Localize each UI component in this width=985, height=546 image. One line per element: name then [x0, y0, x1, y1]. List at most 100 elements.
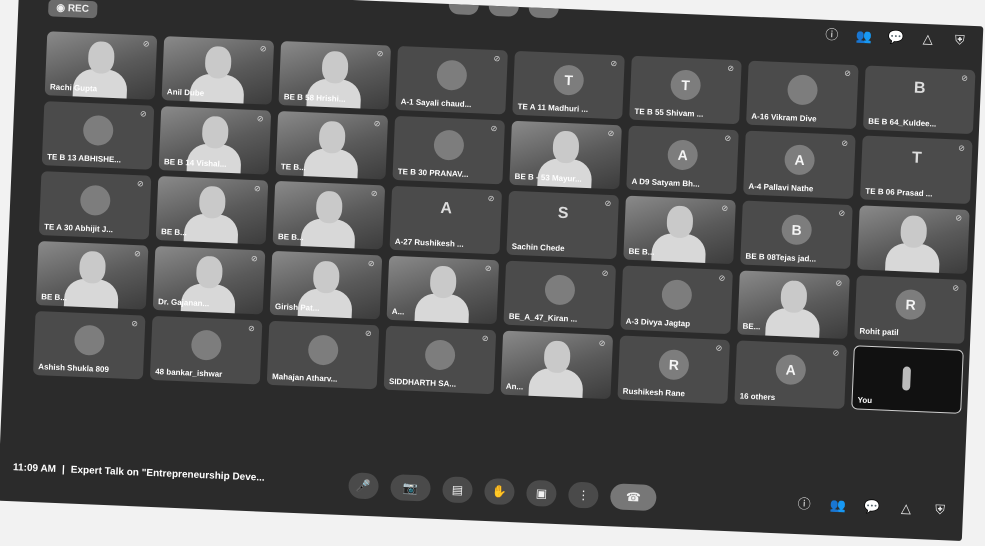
muted-mic-icon: ⊘	[373, 118, 381, 129]
top-control-peek[interactable]	[528, 0, 560, 19]
chat-icon[interactable]: 💬	[863, 498, 882, 517]
participant-name: TE B 55 Shivam ...	[634, 106, 704, 119]
participant-tile[interactable]: B ⊘ BE B 64_Kuldee...	[862, 65, 976, 135]
muted-mic-icon: ⊘	[364, 328, 372, 339]
muted-mic-icon: ⊘	[256, 114, 264, 124]
participant-name: TE B 06 Prasad ...	[865, 186, 933, 199]
video-feed-face	[201, 115, 229, 149]
camera-button[interactable]: 📷	[390, 474, 432, 502]
participant-name: TE A 30 Abhijit J...	[43, 222, 114, 235]
mic-button[interactable]: 🎤	[348, 472, 380, 500]
muted-mic-icon: ⊘	[484, 263, 492, 274]
avatar	[73, 324, 106, 356]
muted-mic-icon: ⊘	[607, 128, 615, 139]
participant-tile[interactable]: ⊘ 48 bankar_ishwar	[149, 315, 263, 385]
participant-tile[interactable]: A ⊘ A D9 Satyam Bh...	[626, 125, 739, 195]
participant-tile[interactable]: ⊘ Dr. Gajanan...	[152, 245, 266, 315]
activities-icon[interactable]: △	[918, 30, 937, 49]
participant-tile[interactable]: ⊘ BE B...	[272, 180, 386, 250]
top-control-peek[interactable]	[448, 0, 480, 16]
video-feed-face	[315, 190, 343, 224]
participant-name: TE A 11 Madhuri ...	[517, 102, 589, 114]
participant-tile[interactable]: ⊘ TE B 30 PRANAV...	[392, 115, 506, 185]
info-icon[interactable]: ⓘ	[822, 26, 841, 45]
participant-tile[interactable]: T ⊘ TE B 55 Shivam ...	[629, 55, 742, 125]
participant-tile[interactable]: B ⊘ BE B 08Tejas jad...	[740, 200, 853, 270]
participant-tile[interactable]: R ⊘ Rohit patil	[854, 275, 967, 344]
participant-tile[interactable]: T ⊘ TE B 06 Prasad ...	[860, 135, 973, 205]
participant-name: Sachin Chede	[511, 241, 565, 254]
participant-grid: ⊘ Rachi Gupta ⊘ Anil Dube ⊘ BE B 58 Hrishi...…	[30, 31, 982, 490]
more-options-button[interactable]: ⋮	[567, 481, 599, 509]
participant-tile[interactable]: ⊘ TE A 30 Abhijit J...	[38, 171, 152, 240]
participant-tile[interactable]: ⊘ BE B - 53 Mayur...	[509, 120, 622, 190]
muted-mic-icon: ⊘	[139, 109, 147, 119]
participant-tile[interactable]: ⊘ BE B...	[155, 176, 269, 245]
chat-icon[interactable]: 💬	[886, 28, 905, 47]
video-feed-face	[666, 205, 694, 239]
participant-tile[interactable]: ⊘ BE B 14 Vishal...	[158, 106, 272, 175]
muted-mic-icon: ⊘	[376, 49, 384, 59]
participant-tile[interactable]: ⊘ An...	[500, 330, 614, 400]
host-controls-icon[interactable]: ⛨	[950, 31, 969, 50]
avatar	[190, 329, 222, 361]
participant-tile[interactable]: ⊘ BE...	[737, 270, 850, 340]
avatar: B	[781, 214, 813, 246]
avatar	[661, 279, 693, 311]
people-icon[interactable]: 👥	[829, 496, 848, 515]
avatar: T	[553, 64, 585, 96]
participant-tile[interactable]: R ⊘ Rushikesh Rane	[617, 335, 731, 405]
participant-tile[interactable]: ⊘ TE B 13 ABHISHE...	[41, 101, 155, 170]
participant-tile[interactable]: ⊘ A-1 Sayali chaud...	[395, 45, 508, 115]
video-feed-face	[900, 215, 928, 249]
top-control-peek[interactable]	[488, 0, 520, 17]
participant-tile[interactable]: ⊘ Rachi Gupta	[44, 31, 158, 100]
participant-name: TE B 13 ABHISHE...	[46, 152, 122, 165]
participant-tile[interactable]: ⊘	[857, 205, 970, 274]
muted-mic-icon: ⊘	[604, 198, 612, 209]
activities-icon[interactable]: △	[897, 499, 916, 518]
participant-tile[interactable]: ⊘ A-16 Vikram Dive	[746, 60, 859, 130]
avatar-letter: B	[913, 79, 926, 98]
participant-tile[interactable]: ⊘ Girish Pat...	[269, 250, 383, 320]
captions-button[interactable]: ▤	[441, 476, 474, 504]
participant-tile[interactable]: ⊘ Mahajan Atharv...	[266, 320, 380, 390]
participant-tile[interactable]: ⊘ BE_A_47_Kiran ...	[503, 260, 617, 330]
leave-call-button[interactable]: ☎	[609, 483, 657, 512]
people-icon[interactable]: 👥	[854, 27, 873, 46]
participant-tile[interactable]: A ⊘ 16 others	[734, 340, 847, 409]
muted-mic-icon: ⊘	[960, 73, 969, 83]
muted-mic-icon: ⊘	[487, 193, 495, 204]
info-icon[interactable]: ⓘ	[795, 495, 814, 514]
participant-tile[interactable]: ⊘ TE B...	[275, 110, 389, 180]
muted-mic-icon: ⊘	[724, 133, 732, 143]
participant-tile[interactable]: S ⊘ Sachin Chede	[506, 190, 619, 260]
participant-tile[interactable]: A ⊘ A-4 Pallavi Nathe	[743, 130, 856, 200]
participant-tile[interactable]: ⊘ Ashish Shukla 809	[32, 310, 146, 380]
top-side-icons: ⓘ 👥 💬 △ ⛨	[822, 26, 969, 50]
present-button[interactable]: ▣	[525, 479, 557, 507]
muted-mic-icon: ⊘	[601, 268, 609, 278]
muted-mic-icon: ⊘	[490, 123, 498, 134]
participant-tile[interactable]: You	[851, 345, 964, 414]
participant-tile[interactable]: ⊘ BE B 58 Hrishi...	[278, 41, 392, 110]
participant-name: BE_A_47_Kiran ...	[508, 311, 578, 324]
avatar: R	[895, 289, 927, 321]
participant-tile[interactable]: ⊘ A-3 Divya Jagtap	[620, 265, 733, 335]
participant-tile[interactable]: ⊘ SIDDHARTH SA...	[383, 325, 497, 395]
participant-tile[interactable]: A ⊘ A-27 Rushikesh ...	[389, 185, 503, 255]
muted-mic-icon: ⊘	[367, 258, 375, 269]
meet-window: ◉ REC ⓘ 👥 💬 △ ⛨ ⊘ Rachi Gupta ⊘ Anil Dube ⊘ B…	[0, 0, 984, 541]
muted-mic-icon: ⊘	[952, 283, 960, 293]
participant-tile[interactable]: ⊘ Anil Dube	[161, 36, 275, 105]
avatar	[424, 339, 456, 371]
participant-name: Rushikesh Rane	[622, 386, 686, 399]
raise-hand-button[interactable]: ✋	[483, 477, 515, 506]
participant-tile[interactable]: T ⊘ TE A 11 Madhuri ...	[512, 50, 625, 120]
participant-tile[interactable]: ⊘ BE B...	[623, 195, 736, 265]
participant-tile[interactable]: ⊘ BE B...	[35, 241, 149, 310]
participant-name: TE B 30 PRANAV...	[397, 167, 469, 179]
host-controls-icon[interactable]: ⛨	[931, 501, 950, 520]
participant-tile[interactable]: ⊘ A...	[386, 255, 500, 325]
muted-mic-icon: ⊘	[610, 58, 618, 69]
